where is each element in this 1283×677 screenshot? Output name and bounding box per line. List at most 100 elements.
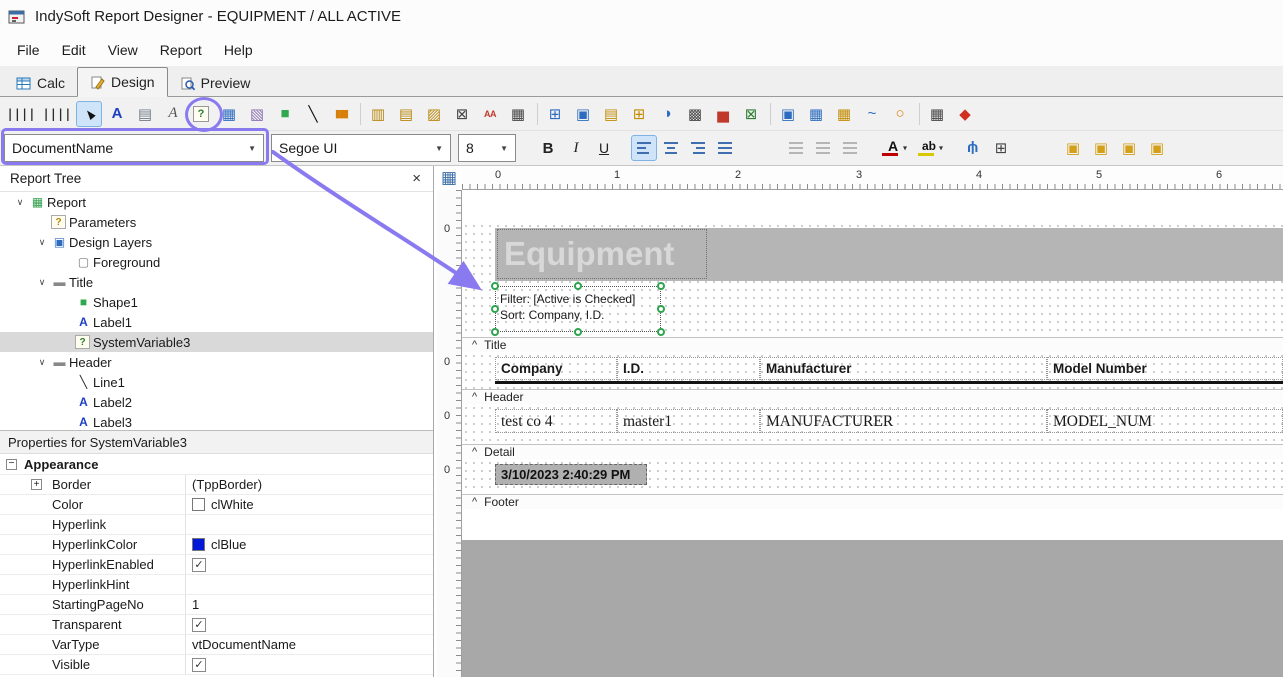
data-tool-icon[interactable]: ▦: [831, 101, 857, 127]
system-variable-element[interactable]: Filter: [Active is Checked] Sort: Compan…: [495, 286, 661, 332]
valign-middle-button[interactable]: [810, 135, 836, 161]
prop-visible[interactable]: Visible ✓: [0, 655, 433, 675]
crosstab-tool-icon[interactable]: ⊞: [626, 101, 652, 127]
detail-cell-manufacturer[interactable]: MANUFACTURER: [760, 409, 1047, 433]
marker-tool-icon[interactable]: ◆: [952, 101, 978, 127]
dbbarcode-tool-icon[interactable]: ▦: [505, 101, 531, 127]
shape-tool-icon[interactable]: ■: [272, 101, 298, 127]
db2dbarcode-tool-icon[interactable]: ▩: [682, 101, 708, 127]
expand-chevron-icon[interactable]: ∨: [34, 237, 50, 248]
tab-calc[interactable]: Calc: [4, 70, 77, 96]
selection-handle[interactable]: [574, 282, 582, 290]
dbcalc-tool-icon[interactable]: ⊠: [449, 101, 475, 127]
property-value[interactable]: vtDocumentName: [186, 635, 433, 654]
dbmemo-tool-icon[interactable]: ▤: [393, 101, 419, 127]
properties-section-appearance[interactable]: − Appearance: [0, 454, 433, 475]
tab-design[interactable]: Design: [77, 67, 168, 97]
detail-band-area[interactable]: test co 4master1MANUFACTURERMODEL_NUM: [462, 404, 1283, 444]
expand-chevron-icon[interactable]: ∨: [12, 197, 28, 208]
menu-report[interactable]: Report: [149, 37, 213, 63]
tree-item-design-layers[interactable]: ∨ ▣ Design Layers: [0, 232, 433, 252]
variable-tool-icon[interactable]: ▦: [216, 101, 242, 127]
prop-hyperlinkcolor[interactable]: HyperlinkColor clBlue: [0, 535, 433, 555]
valign-top-button[interactable]: [783, 135, 809, 161]
detail-cell-company[interactable]: test co 4: [495, 409, 617, 433]
pagebreak-tool-icon[interactable]: ▤: [598, 101, 624, 127]
tree-item-report[interactable]: ∨ ▦ Report: [0, 192, 433, 212]
footer-band-area[interactable]: 3/10/2023 2:40:29 PM: [462, 459, 1283, 494]
tree-item-header-band[interactable]: ∨ ▬ Header: [0, 352, 433, 372]
collapse-section-icon[interactable]: −: [6, 459, 17, 470]
component-name-combo[interactable]: DocumentName ▼: [4, 134, 264, 162]
tab-preview[interactable]: Preview: [168, 70, 263, 96]
property-value[interactable]: (TppBorder): [186, 475, 433, 494]
selection-handle[interactable]: [657, 282, 665, 290]
zoom-tool-icon[interactable]: ○: [887, 101, 913, 127]
close-icon[interactable]: ×: [412, 170, 421, 187]
region-tool-icon[interactable]: ⊞: [542, 101, 568, 127]
header-cell-id[interactable]: I.D.: [617, 357, 760, 380]
dbcheckbox-tool-icon[interactable]: ⊠: [738, 101, 764, 127]
select-tool-icon[interactable]: ▲: [76, 101, 102, 127]
font-size-combo[interactable]: 8 ▼: [458, 134, 516, 162]
title-background-shape[interactable]: Equipment: [495, 228, 1283, 281]
underline-button[interactable]: U: [591, 135, 617, 161]
font-color-button[interactable]: A ▾: [876, 135, 910, 161]
memo-tool-icon[interactable]: ▤: [132, 101, 158, 127]
tree-item-parameters[interactable]: ? Parameters: [0, 212, 433, 232]
anchor-button[interactable]: ψ: [960, 135, 986, 161]
line-tool-icon[interactable]: ╲: [300, 101, 326, 127]
prop-hyperlinkenabled[interactable]: HyperlinkEnabled ✓: [0, 555, 433, 575]
tree-item-label3[interactable]: A Label3: [0, 412, 433, 430]
menu-help[interactable]: Help: [213, 37, 264, 63]
tree-item-label2[interactable]: A Label2: [0, 392, 433, 412]
chevron-down-icon[interactable]: ▼: [435, 144, 443, 153]
bold-button[interactable]: B: [535, 135, 561, 161]
property-value[interactable]: ✓: [186, 555, 433, 574]
collapse-band-icon[interactable]: ^: [472, 446, 477, 458]
group-band-tool-icon[interactable]: ▦: [803, 101, 829, 127]
datetime-element[interactable]: 3/10/2023 2:40:29 PM: [495, 464, 647, 485]
title-label[interactable]: Equipment: [497, 229, 707, 279]
checkbox-checked-icon[interactable]: ✓: [192, 558, 206, 572]
title-band-area[interactable]: Equipment Filter: [Active is Checked] So…: [462, 222, 1283, 337]
header-line-element[interactable]: [495, 381, 1283, 384]
selection-handle[interactable]: [491, 305, 499, 313]
property-value[interactable]: ✓: [186, 655, 433, 674]
bring-to-front-button[interactable]: ▣: [1060, 135, 1086, 161]
checkbox-checked-icon[interactable]: ✓: [192, 618, 206, 632]
tree-item-systemvariable3[interactable]: ? SystemVariable3: [0, 332, 433, 352]
font-name-combo[interactable]: Segoe UI ▼: [271, 134, 451, 162]
highlight-color-button[interactable]: ab ▾: [912, 135, 946, 161]
report-canvas[interactable]: Equipment Filter: [Active is Checked] So…: [462, 190, 1283, 677]
prop-transparent[interactable]: Transparent ✓: [0, 615, 433, 635]
chevron-down-icon[interactable]: ▾: [939, 144, 943, 153]
tree-item-title-band[interactable]: ∨ ▬ Title: [0, 272, 433, 292]
tree-item-foreground[interactable]: ▢ Foreground: [0, 252, 433, 272]
barcode-tool-icon[interactable]: ▮▮▮: [328, 101, 354, 127]
prop-vartype[interactable]: VarType vtDocumentName: [0, 635, 433, 655]
richtext-tool-icon[interactable]: A: [160, 101, 186, 127]
border-button[interactable]: ⊞: [988, 135, 1014, 161]
dbimage-tool-icon[interactable]: AA: [477, 101, 503, 127]
prop-border[interactable]: + Border (TppBorder): [0, 475, 433, 495]
dbchart-tool-icon[interactable]: ▅: [710, 101, 736, 127]
subreport-tool-icon[interactable]: ▣: [570, 101, 596, 127]
chevron-down-icon[interactable]: ▼: [500, 144, 508, 153]
property-value[interactable]: clBlue: [186, 535, 433, 554]
align-left-button[interactable]: [631, 135, 657, 161]
detail-cell-model-number[interactable]: MODEL_NUM: [1047, 409, 1283, 433]
tree-item-shape1[interactable]: ■ Shape1: [0, 292, 433, 312]
property-value[interactable]: [186, 575, 433, 594]
page-style-tool-icon[interactable]: ▣: [775, 101, 801, 127]
selection-handle[interactable]: [657, 305, 665, 313]
header-band-area[interactable]: CompanyI.D.ManufacturerModel Number: [462, 352, 1283, 389]
header-cell-company[interactable]: Company: [495, 357, 617, 380]
image-tool-icon[interactable]: ▧: [244, 101, 270, 127]
header-cell-model-number[interactable]: Model Number: [1047, 357, 1283, 380]
prop-hyperlink[interactable]: Hyperlink: [0, 515, 433, 535]
chart-tool-icon[interactable]: ~: [859, 101, 885, 127]
toolbar-gripper-icon[interactable]: ||||: [4, 101, 38, 127]
prop-startingpageno[interactable]: StartingPageNo 1: [0, 595, 433, 615]
valign-bottom-button[interactable]: [837, 135, 863, 161]
